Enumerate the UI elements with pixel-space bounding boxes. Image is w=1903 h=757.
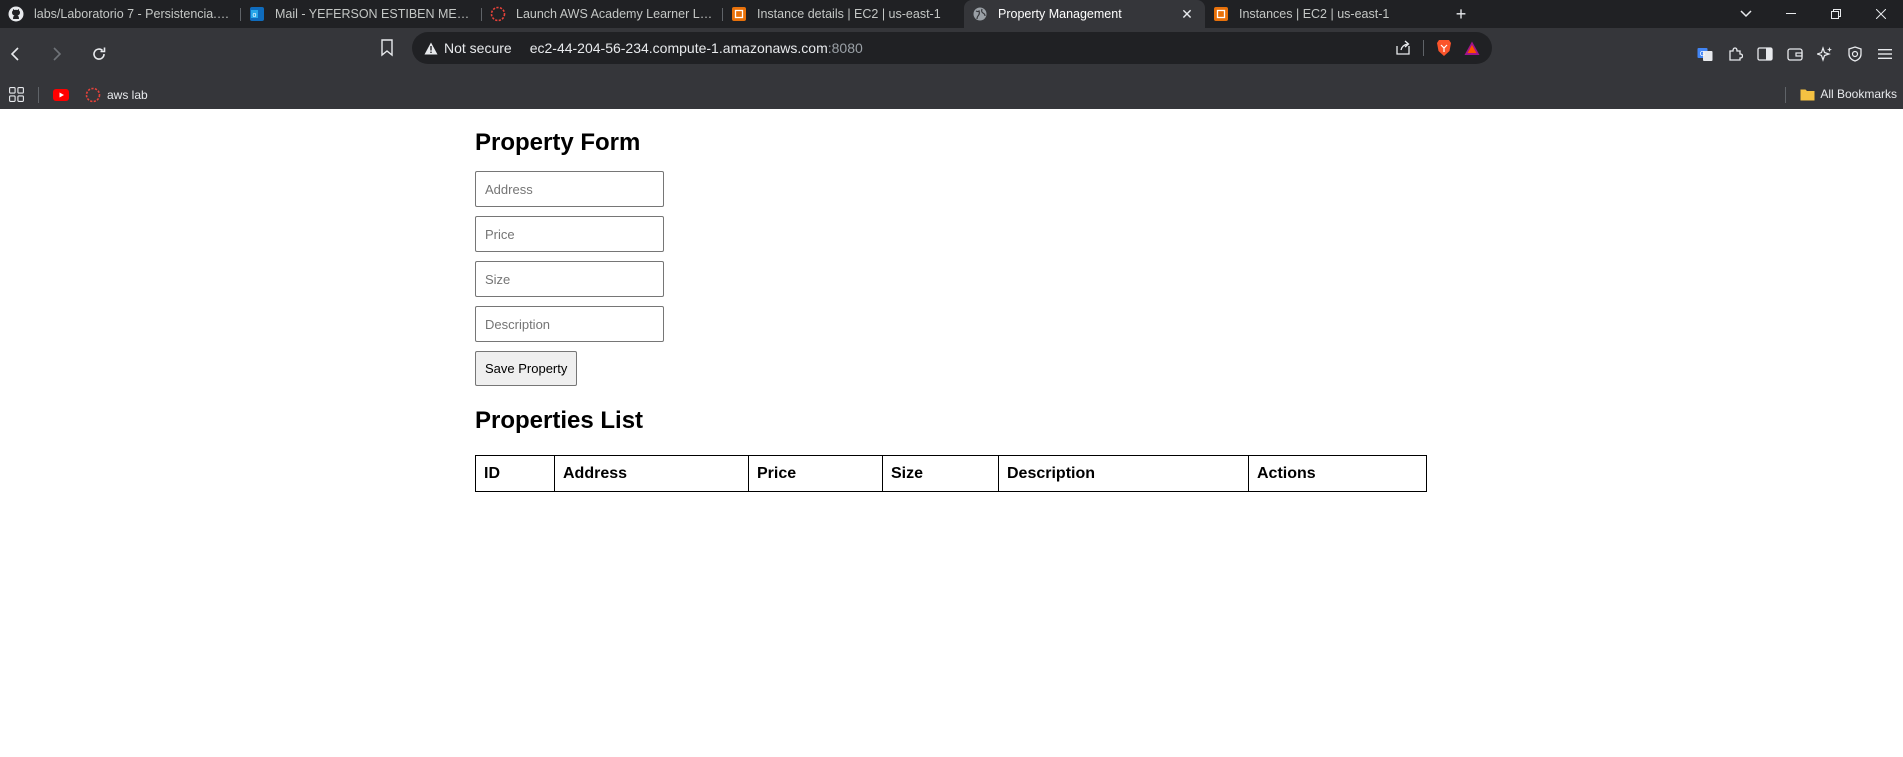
tab-title: Launch AWS Academy Learner Lab [516,7,713,21]
github-icon [8,6,24,22]
browser-chrome: labs/Laboratorio 7 - Persistencia.md o M… [0,0,1903,109]
globe-icon [972,6,988,22]
menu-icon[interactable] [1873,42,1897,66]
svg-text:G: G [1700,51,1705,58]
aws-academy-icon [490,6,506,22]
outlook-icon: o [249,6,265,22]
column-header-actions: Actions [1248,455,1427,492]
window-controls [1723,0,1903,28]
extensions-area: G [1693,28,1903,80]
translate-icon[interactable]: G [1693,42,1717,66]
column-header-address: Address [554,455,749,492]
tab-title: labs/Laboratorio 7 - Persistencia.md [34,7,231,21]
forward-button[interactable] [42,39,72,69]
url-port: :8080 [827,40,863,56]
table-header-row: ID Address Price Size Description Action… [475,455,1427,492]
bookmarks-right-divider [1785,87,1786,103]
address-bar[interactable]: Not secure ec2-44-204-56-234.compute-1.a… [412,32,1492,64]
bookmarks-divider [38,86,39,103]
close-window-button[interactable] [1858,0,1903,28]
properties-list-title: Properties List [475,407,644,434]
price-input[interactable] [475,216,664,252]
column-header-id: ID [475,455,555,492]
restore-button[interactable] [1813,0,1858,28]
extensions-puzzle-icon[interactable] [1723,42,1747,66]
share-icon[interactable] [1395,40,1411,56]
bookmark-aws-lab[interactable]: aws lab [85,87,148,103]
column-header-size: Size [882,455,999,492]
tab-title: Instances | EC2 | us-east-1 [1239,7,1390,21]
bookmark-youtube[interactable] [53,88,69,101]
browser-toolbar: Not secure ec2-44-204-56-234.compute-1.a… [0,28,1903,80]
save-property-button[interactable]: Save Property [475,351,578,386]
address-input[interactable] [475,171,664,207]
tab-title: Property Management [998,7,1122,21]
aws-ec2-icon [1213,6,1229,22]
tab-aws-academy[interactable]: Launch AWS Academy Learner Lab [482,0,723,28]
tab-instances[interactable]: Instances | EC2 | us-east-1 [1205,0,1446,28]
all-bookmarks[interactable]: All Bookmarks [1800,87,1897,101]
brave-rewards-icon[interactable] [1464,41,1480,56]
reload-button[interactable] [84,39,114,69]
bookmarks-bar: aws lab All Bookmarks [0,80,1903,109]
aws-ec2-icon [731,6,747,22]
aws-academy-icon [85,87,101,103]
tab-github[interactable]: labs/Laboratorio 7 - Persistencia.md [0,0,241,28]
url-text[interactable]: ec2-44-204-56-234.compute-1.amazonaws.co… [530,40,863,56]
leo-ai-icon[interactable] [1813,42,1837,66]
omnibox-actions [1395,39,1480,57]
folder-icon [1800,88,1815,101]
divider [1423,40,1424,56]
new-tab-button[interactable]: + [1446,0,1476,28]
page-content: Property Form Save Property Properties L… [475,109,1435,492]
size-input[interactable] [475,261,664,297]
warning-icon [424,42,438,55]
column-header-description: Description [998,455,1249,492]
tab-instance-details[interactable]: Instance details | EC2 | us-east-1 [723,0,964,28]
not-secure-label: Not secure [444,40,512,56]
bookmark-icon[interactable] [380,39,396,57]
all-bookmarks-label: All Bookmarks [1820,87,1897,101]
svg-text:o: o [253,12,257,19]
bookmark-label: aws lab [107,87,148,102]
tab-search-icon[interactable] [1723,0,1768,28]
column-header-price: Price [748,455,883,492]
security-indicator[interactable]: Not secure [424,40,512,56]
close-tab-icon[interactable]: ✕ [1179,6,1195,22]
sidebar-icon[interactable] [1753,42,1777,66]
table-header: ID Address Price Size Description Action… [475,455,1427,492]
wallet-icon[interactable] [1783,42,1807,66]
description-input[interactable] [475,306,664,342]
tab-title: Instance details | EC2 | us-east-1 [757,7,941,21]
tab-title: Mail - YEFERSON ESTIBEN MESA VA [275,7,472,21]
brave-shields-icon[interactable] [1436,39,1452,57]
property-form: Save Property [475,171,1435,386]
properties-table: ID Address Price Size Description Action… [475,455,1427,492]
youtube-icon [53,88,69,101]
url-host: ec2-44-204-56-234.compute-1.amazonaws.co… [529,40,828,56]
tab-strip: labs/Laboratorio 7 - Persistencia.md o M… [0,0,1903,28]
tab-outlook[interactable]: o Mail - YEFERSON ESTIBEN MESA VA [241,0,482,28]
property-form-title: Property Form [475,129,641,156]
vpn-shield-icon[interactable] [1843,42,1867,66]
apps-grid-icon[interactable] [9,87,24,102]
minimize-button[interactable] [1768,0,1813,28]
back-button[interactable] [0,39,30,69]
tab-property-management[interactable]: Property Management ✕ [964,0,1205,28]
